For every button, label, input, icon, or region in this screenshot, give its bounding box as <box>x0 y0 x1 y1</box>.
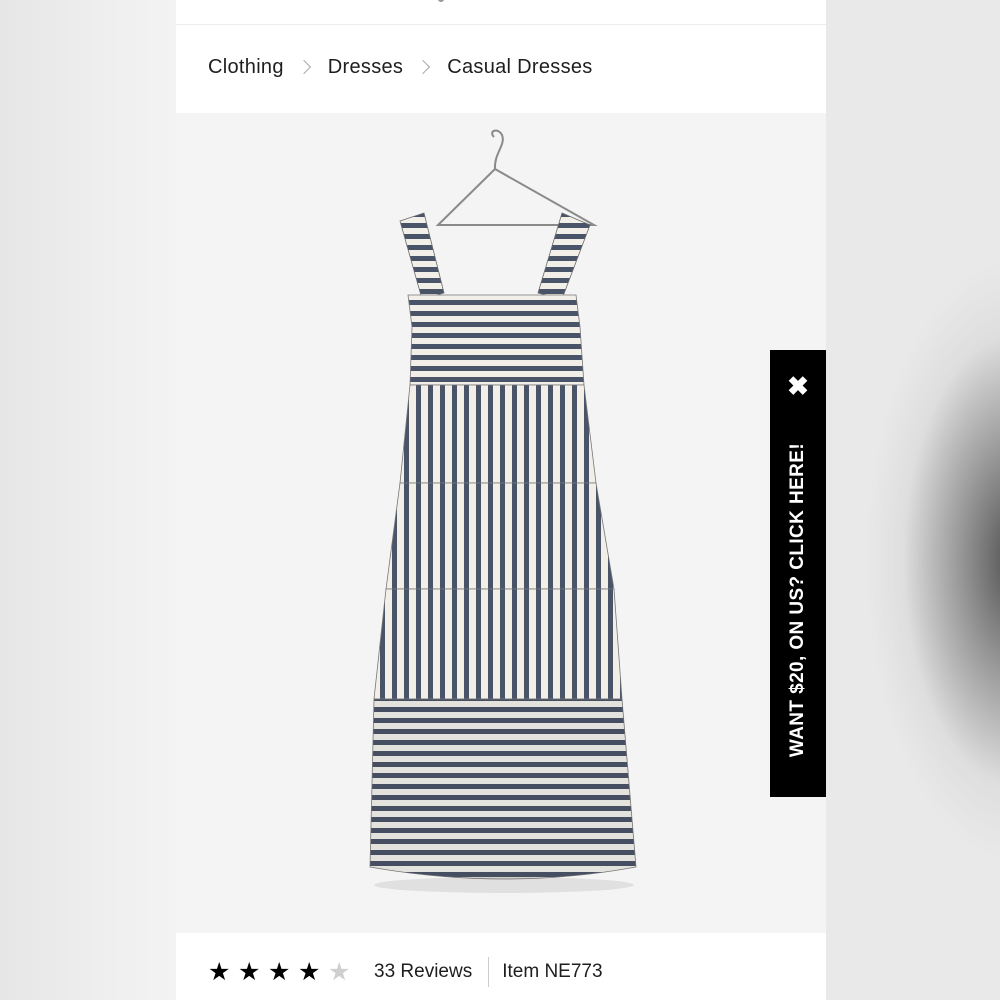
breadcrumb-casual-dresses[interactable]: Casual Dresses <box>447 56 592 79</box>
backdrop-left <box>0 0 176 1000</box>
star-empty-icon: ★ <box>328 957 351 986</box>
close-icon[interactable]: ✖ <box>770 370 826 402</box>
breadcrumb-clothing[interactable]: Clothing <box>208 56 284 79</box>
star-icon: ★ <box>208 957 231 986</box>
star-icon: ★ <box>238 957 261 986</box>
chevron-right-icon <box>416 59 431 75</box>
reviews-link[interactable]: 33 Reviews <box>374 961 472 983</box>
star-rating[interactable]: ★ ★ ★ ★ ★ <box>208 957 358 986</box>
star-icon: ★ <box>298 957 321 986</box>
chevron-right-icon <box>296 59 311 75</box>
header-fragment <box>438 0 444 2</box>
header-strip <box>176 0 826 25</box>
item-number: Item NE773 <box>502 961 603 982</box>
backdrop-right <box>826 0 1000 1000</box>
breadcrumb: Clothing Dresses Casual Dresses <box>208 52 593 82</box>
hanger <box>435 129 598 226</box>
star-icon: ★ <box>268 957 291 986</box>
rating-row: ★ ★ ★ ★ ★ 33 Reviews Item NE773 <box>208 955 603 989</box>
promo-text[interactable]: WANT $20, ON US? CLICK HERE! <box>787 410 809 790</box>
dress-illustration <box>369 129 637 893</box>
breadcrumb-dresses[interactable]: Dresses <box>328 56 403 79</box>
divider <box>488 957 490 987</box>
promo-tab[interactable]: ✖ WANT $20, ON US? CLICK HERE! <box>770 350 826 797</box>
product-page: Clothing Dresses Casual Dresses ✖ WANT $… <box>176 0 826 1000</box>
product-image[interactable] <box>176 113 826 933</box>
